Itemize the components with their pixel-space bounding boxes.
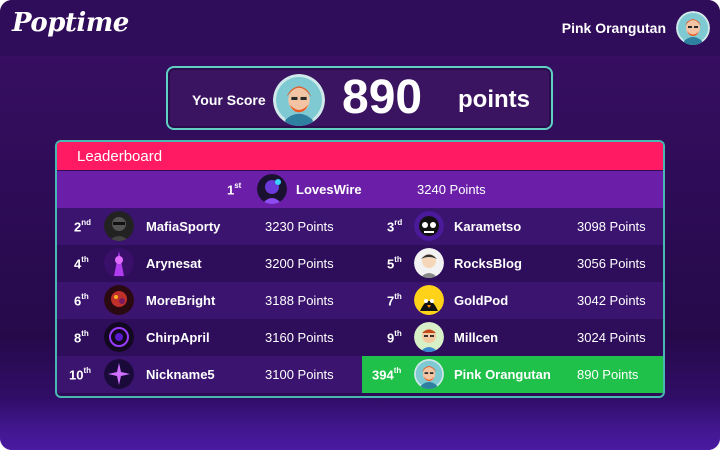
orangutan-avatar-icon xyxy=(414,359,444,389)
player-points: 3200 Points xyxy=(265,256,334,271)
current-user-name: Pink Orangutan xyxy=(561,20,666,36)
current-user-row[interactable]: 394th Pink Orangutan 890 Points xyxy=(362,356,663,393)
player-points: 3188 Points xyxy=(265,293,334,308)
player-points: 3240 Points xyxy=(417,182,486,197)
your-score-card: Your Score 890 points xyxy=(166,66,553,130)
top-bar: Poptime Pink Orangutan xyxy=(0,0,720,56)
leaderboard-first-row[interactable]: 1st LovesWire 3240 Points xyxy=(57,171,663,208)
player-avatar-icon xyxy=(104,359,134,389)
score-label: Your Score xyxy=(192,92,266,108)
list-item[interactable]: 9th Millcen 3024 Points xyxy=(362,319,663,356)
rank-label: 3rd xyxy=(387,218,403,235)
player-name: Karametso xyxy=(454,219,522,234)
player-name: Pink Orangutan xyxy=(454,367,551,382)
player-name: MoreBright xyxy=(146,293,216,308)
list-item[interactable]: 4th Arynesat 3200 Points xyxy=(57,245,360,282)
orangutan-avatar-icon xyxy=(273,74,325,126)
rank-label: 8th xyxy=(74,329,89,346)
player-name: Arynesat xyxy=(146,256,202,271)
player-points: 3098 Points xyxy=(577,219,646,234)
leaderboard-title: Leaderboard xyxy=(77,148,163,165)
list-item[interactable]: 6th MoreBright 3188 Points xyxy=(57,282,360,319)
player-avatar-icon xyxy=(104,285,134,315)
list-item[interactable]: 7th GoldPod 3042 Points xyxy=(362,282,663,319)
rank-label: 394th xyxy=(372,366,402,383)
list-item[interactable]: 5th RocksBlog 3056 Points xyxy=(362,245,663,282)
orangutan-avatar-icon[interactable] xyxy=(676,11,710,45)
player-avatar-icon xyxy=(414,248,444,278)
score-value: 890 xyxy=(342,71,423,124)
player-name: ChirpApril xyxy=(146,330,210,345)
rank-label: 5th xyxy=(387,255,402,272)
player-name: MafiaSporty xyxy=(146,219,221,234)
leaderboard-header: Leaderboard xyxy=(57,142,663,170)
rank-label: 2nd xyxy=(74,218,92,235)
list-item[interactable]: 10th Nickname5 3100 Points xyxy=(57,356,360,393)
list-item[interactable]: 2nd MafiaSporty 3230 Points xyxy=(57,208,360,245)
player-name: Nickname5 xyxy=(146,367,215,382)
player-avatar-icon xyxy=(414,322,444,352)
player-points: 3160 Points xyxy=(265,330,334,345)
player-avatar-icon xyxy=(257,174,287,204)
player-avatar-icon xyxy=(104,211,134,241)
rank-label: 4th xyxy=(74,255,89,272)
app-logo: Poptime xyxy=(12,8,129,38)
player-points: 3042 Points xyxy=(577,293,646,308)
player-avatar-icon xyxy=(414,211,444,241)
player-name: GoldPod xyxy=(454,293,509,308)
rank-label: 10th xyxy=(69,366,92,383)
rank-label: 1st xyxy=(227,181,242,198)
player-name: LovesWire xyxy=(296,182,362,197)
rank-label: 9th xyxy=(387,329,402,346)
player-points: 3024 Points xyxy=(577,330,646,345)
player-avatar-icon xyxy=(414,285,444,315)
list-item[interactable]: 3rd Karametso 3098 Points xyxy=(362,208,663,245)
score-unit: points xyxy=(458,86,530,113)
rank-label: 7th xyxy=(387,292,402,309)
player-name: Millcen xyxy=(454,330,499,345)
player-points: 3100 Points xyxy=(265,367,334,382)
player-points: 890 Points xyxy=(577,367,639,382)
rank-label: 6th xyxy=(74,292,89,309)
player-points: 3056 Points xyxy=(577,256,646,271)
player-avatar-icon xyxy=(104,248,134,278)
app-screen: Poptime Pink Orangutan Your Score 890 po… xyxy=(0,0,720,450)
bottom-glow xyxy=(0,400,720,450)
player-points: 3230 Points xyxy=(265,219,334,234)
player-avatar-icon xyxy=(104,322,134,352)
list-item[interactable]: 8th ChirpApril 3160 Points xyxy=(57,319,360,356)
player-name: RocksBlog xyxy=(454,256,522,271)
leaderboard-panel: Leaderboard 1st LovesWire 3240 Points 2n… xyxy=(55,140,665,398)
